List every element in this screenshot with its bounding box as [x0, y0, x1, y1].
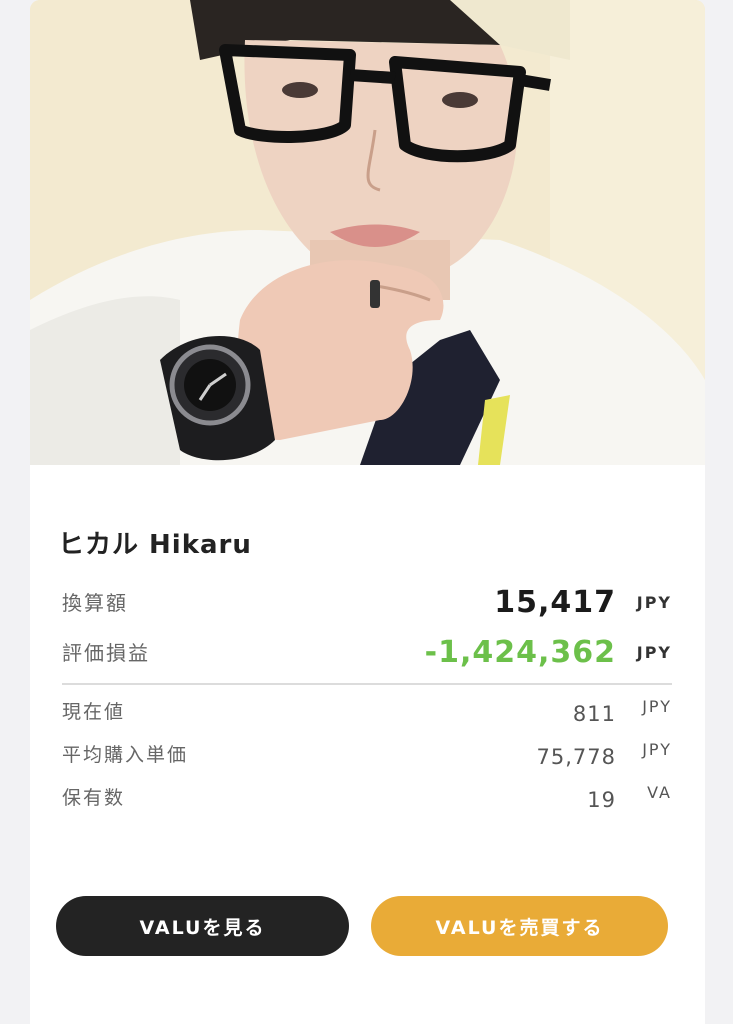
profile-photo	[30, 0, 705, 465]
holdings-label: 保有数	[62, 787, 126, 809]
divider	[62, 683, 672, 685]
unrealized-pl-row: 評価損益 -1,424,362 JPY	[62, 632, 672, 672]
current-price-label: 現在値	[62, 701, 126, 723]
unrealized-pl-unit: JPY	[636, 643, 672, 662]
profile-name: ヒカル Hikaru	[58, 530, 252, 560]
converted-amount-label: 換算額	[62, 591, 128, 615]
unrealized-pl-label: 評価損益	[62, 641, 150, 665]
view-valu-button[interactable]: VALUを見る	[56, 896, 349, 956]
current-price-row: 現在値 811 JPY	[62, 690, 672, 730]
avg-purchase-price-label: 平均購入単価	[62, 744, 189, 766]
unrealized-pl-value: -1,424,362	[424, 635, 616, 670]
holdings-value: 19	[587, 788, 616, 812]
avg-purchase-price-unit: JPY	[642, 740, 672, 759]
valu-holding-card: ヒカル Hikaru 換算額 15,417 JPY 評価損益 -1,424,36…	[30, 0, 705, 1024]
holdings-unit: VA	[647, 783, 672, 802]
avg-purchase-price-value: 75,778	[536, 745, 616, 769]
trade-valu-button[interactable]: VALUを売買する	[371, 896, 668, 956]
avg-purchase-price-row: 平均購入単価 75,778 JPY	[62, 733, 672, 773]
converted-amount-unit: JPY	[636, 593, 672, 612]
converted-amount-value: 15,417	[494, 585, 616, 620]
current-price-value: 811	[572, 702, 616, 726]
holdings-row: 保有数 19 VA	[62, 776, 672, 816]
current-price-unit: JPY	[642, 697, 672, 716]
converted-amount-row: 換算額 15,417 JPY	[62, 582, 672, 622]
